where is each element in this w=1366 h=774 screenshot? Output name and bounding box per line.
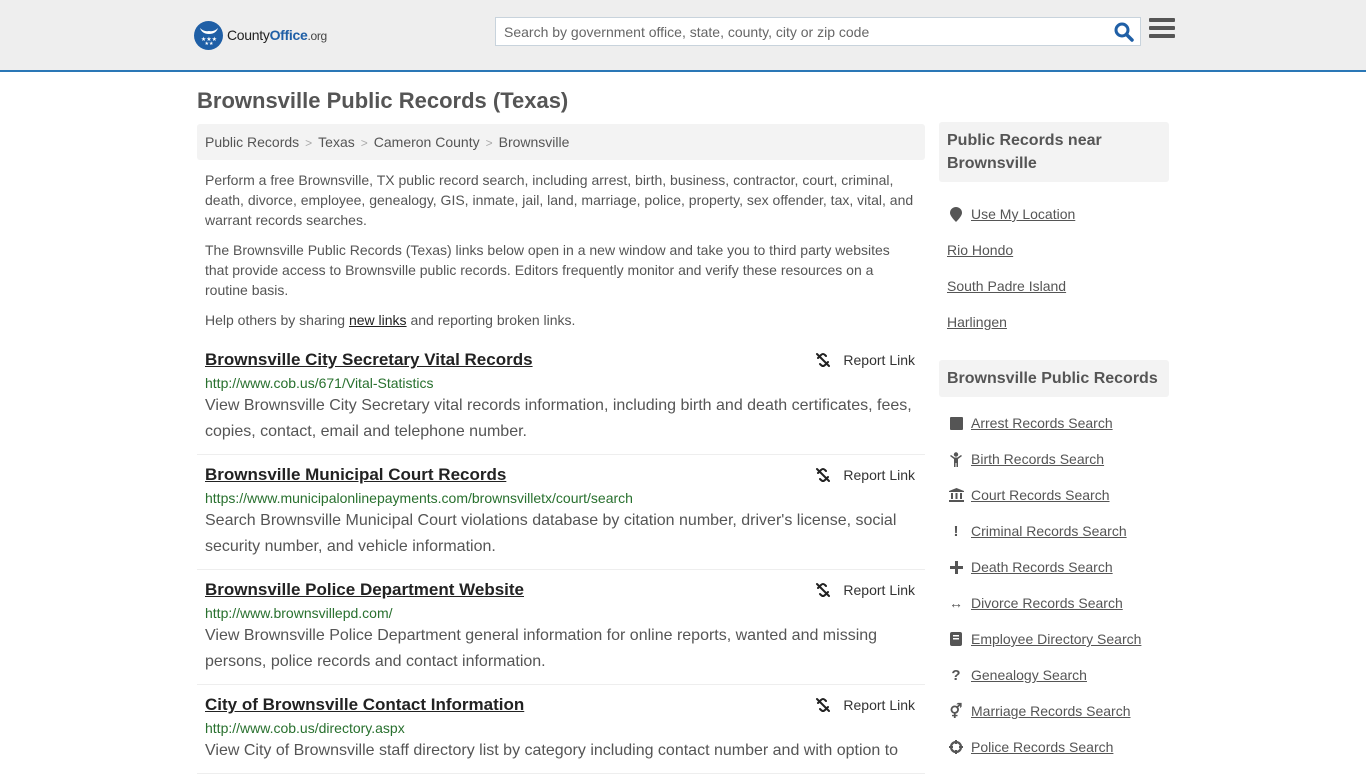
nearby-item: Harlingen — [947, 304, 1161, 340]
broken-link-icon — [816, 468, 831, 482]
record-url: http://www.cob.us/671/Vital-Statistics — [205, 375, 434, 391]
record-item: Brownsville Municipal Court Records Repo… — [197, 455, 925, 570]
records-item: Arrest Records Search — [947, 405, 1161, 441]
plus-icon — [947, 558, 965, 576]
new-links-link[interactable]: new links — [349, 312, 407, 328]
search-icon[interactable] — [1114, 22, 1134, 42]
gender-icon: ⚥ — [949, 702, 963, 719]
nearby-heading: Public Records near Brownsville — [939, 122, 1169, 182]
breadcrumb-brownsville[interactable]: Brownsville — [499, 134, 570, 150]
record-description: View Brownsville City Secretary vital re… — [205, 397, 912, 440]
criminal-records-link[interactable]: Criminal Records Search — [971, 523, 1127, 539]
record-title-link[interactable]: Brownsville Police Department Website — [205, 578, 524, 602]
page-title: Brownsville Public Records (Texas) — [197, 88, 569, 113]
death-records-link[interactable]: Death Records Search — [971, 559, 1113, 575]
nearby-link-harlingen[interactable]: Harlingen — [947, 314, 1007, 330]
record-description: View City of Brownsville staff directory… — [205, 742, 899, 759]
report-link-button[interactable]: Report Link — [815, 352, 915, 368]
report-link-label: Report Link — [843, 467, 915, 483]
breadcrumb-texas[interactable]: Texas — [318, 134, 355, 150]
nearby-list: Use My Location Rio Hondo South Padre Is… — [939, 182, 1169, 346]
divorce-records-link[interactable]: Divorce Records Search — [971, 595, 1123, 611]
record-item: Brownsville Police Department Website Re… — [197, 570, 925, 685]
records-item: Birth Records Search — [947, 441, 1161, 477]
eagle-stars-icon: ★★★ ★★ — [194, 20, 223, 50]
records-heading: Brownsville Public Records — [939, 360, 1169, 397]
arrows-horizontal-icon: ↔ — [949, 595, 963, 611]
birth-records-link[interactable]: Birth Records Search — [971, 451, 1104, 467]
breadcrumb: Public Records > Texas > Cameron County > Brow… — [197, 124, 925, 160]
police-records-link[interactable]: Police Records Search — [971, 739, 1113, 755]
records-item: ↔ Divorce Records Search — [947, 585, 1161, 621]
square-icon — [947, 414, 965, 432]
record-url: https://www.municipalonlinepayments.com/… — [205, 490, 633, 506]
report-link-label: Report Link — [843, 352, 915, 368]
record-title-link[interactable]: Brownsville Municipal Court Records — [205, 463, 506, 487]
breadcrumb-public-records[interactable]: Public Records — [205, 134, 299, 150]
use-my-location-link[interactable]: Use My Location — [971, 206, 1075, 222]
record-url: http://www.cob.us/directory.aspx — [205, 720, 405, 736]
help-paragraph: Help others by sharing new links and rep… — [197, 310, 925, 330]
report-link-label: Report Link — [843, 582, 915, 598]
records-item: Court Records Search — [947, 477, 1161, 513]
records-item: Death Records Search — [947, 549, 1161, 585]
main-content: Perform a free Brownsville, TX public re… — [197, 170, 925, 774]
intro-paragraph: The Brownsville Public Records (Texas) l… — [205, 242, 890, 298]
records-item: ? Genealogy Search — [947, 657, 1161, 693]
site-logo[interactable]: ★★★ ★★ CountyOffice.org — [194, 20, 327, 50]
search-box — [495, 17, 1141, 46]
crosshairs-icon — [947, 738, 965, 756]
record-description: Search Brownsville Municipal Court viola… — [205, 512, 897, 555]
breadcrumb-separator: > — [360, 136, 368, 150]
breadcrumb-separator: > — [485, 136, 493, 150]
broken-link-icon — [816, 583, 831, 597]
breadcrumb-cameron-county[interactable]: Cameron County — [374, 134, 480, 150]
map-marker-icon — [947, 205, 965, 223]
nearby-item: Rio Hondo — [947, 232, 1161, 268]
court-records-link[interactable]: Court Records Search — [971, 487, 1110, 503]
help-text: and reporting broken links. — [406, 312, 576, 328]
broken-link-icon — [816, 353, 831, 367]
marriage-records-link[interactable]: Marriage Records Search — [971, 703, 1131, 719]
record-item: Brownsville City Secretary Vital Records… — [197, 340, 925, 455]
records-list: Arrest Records Search Birth Records Sear… — [939, 397, 1169, 771]
intro-paragraph: Perform a free Brownsville, TX public re… — [205, 172, 914, 228]
record-description: View Brownsville Police Department gener… — [205, 627, 878, 670]
nearby-link-rio-hondo[interactable]: Rio Hondo — [947, 242, 1013, 258]
logo-text: CountyOffice.org — [227, 27, 327, 43]
report-link-button[interactable]: Report Link — [815, 582, 915, 598]
question-icon: ? — [951, 666, 961, 684]
employee-directory-link[interactable]: Employee Directory Search — [971, 631, 1141, 647]
nearby-link-south-padre-island[interactable]: South Padre Island — [947, 278, 1066, 294]
intro: Perform a free Brownsville, TX public re… — [197, 170, 925, 330]
records-item: ! Criminal Records Search — [947, 513, 1161, 549]
site-header: ★★★ ★★ CountyOffice.org — [0, 0, 1366, 72]
record-url: http://www.brownsvillepd.com/ — [205, 605, 393, 621]
report-link-button[interactable]: Report Link — [815, 467, 915, 483]
record-title-link[interactable]: City of Brownsville Contact Information — [205, 693, 524, 717]
arrest-records-link[interactable]: Arrest Records Search — [971, 415, 1113, 431]
genealogy-link[interactable]: Genealogy Search — [971, 667, 1087, 683]
child-icon — [947, 450, 965, 468]
records-item: Police Records Search — [947, 729, 1161, 765]
search-input[interactable] — [496, 18, 1096, 45]
record-item: City of Brownsville Contact Information … — [197, 685, 925, 774]
records-item: ⚥ Marriage Records Search — [947, 693, 1161, 729]
report-link-label: Report Link — [843, 697, 915, 713]
records-item: Employee Directory Search — [947, 621, 1161, 657]
courthouse-icon — [947, 486, 965, 504]
broken-link-icon — [816, 698, 831, 712]
exclamation-icon: ! — [953, 522, 959, 540]
record-title-link[interactable]: Brownsville City Secretary Vital Records — [205, 348, 533, 372]
svg-text:★★: ★★ — [204, 41, 213, 45]
nearby-item: Use My Location — [947, 196, 1161, 232]
sidebar: Public Records near Brownsville Use My L… — [939, 122, 1169, 771]
report-link-button[interactable]: Report Link — [815, 697, 915, 713]
book-icon — [947, 630, 965, 648]
hamburger-menu-icon[interactable] — [1149, 18, 1175, 42]
nearby-item: South Padre Island — [947, 268, 1161, 304]
help-text: Help others by sharing — [205, 312, 349, 328]
breadcrumb-separator: > — [305, 136, 313, 150]
